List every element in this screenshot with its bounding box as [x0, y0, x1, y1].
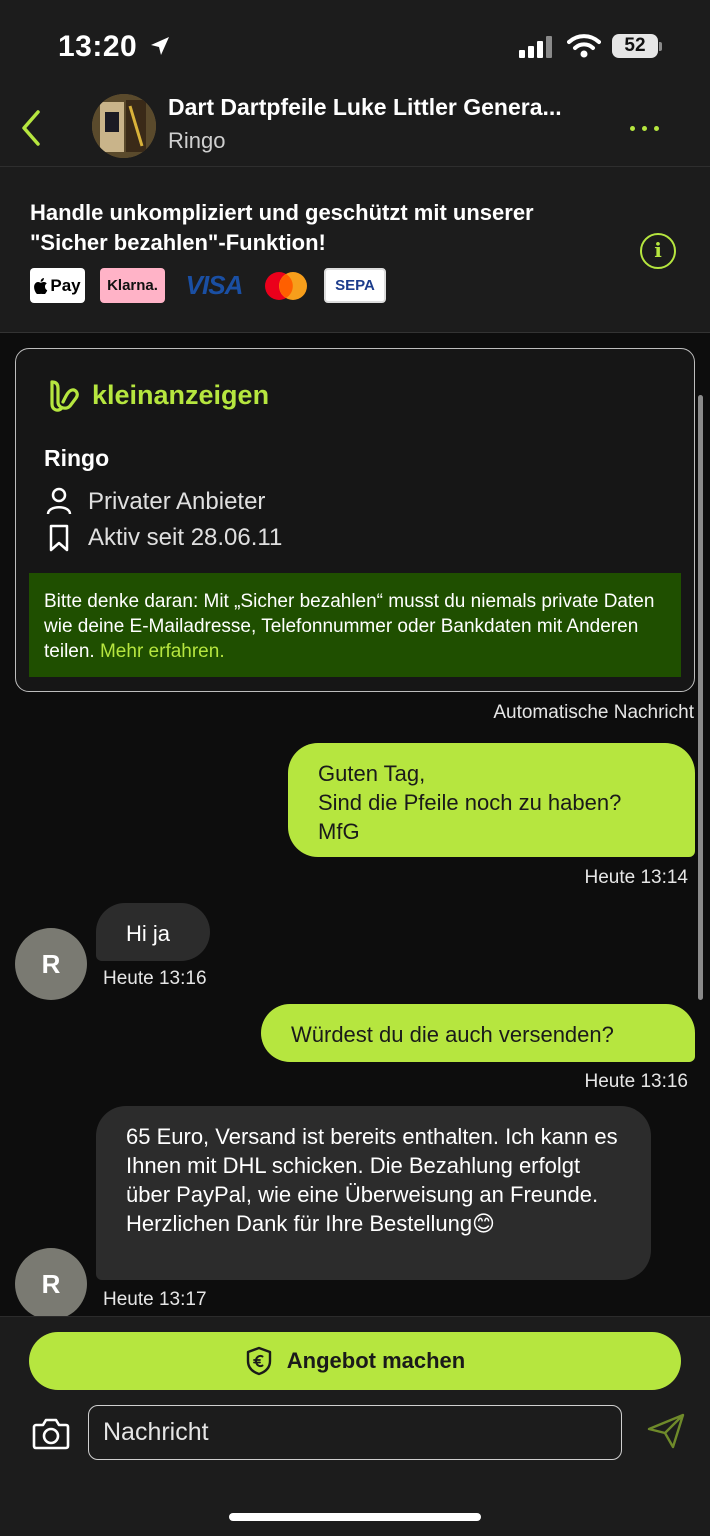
back-button[interactable] — [16, 108, 52, 148]
conversation-title[interactable]: Dart Dartpfeile Luke Littler Genera... — [168, 94, 608, 121]
chevron-left-icon — [22, 110, 40, 146]
message-bubble-outgoing[interactable]: Guten Tag, Sind die Pfeile noch zu haben… — [288, 743, 695, 857]
klarna-logo: Klarna. — [100, 268, 165, 303]
wifi-icon — [567, 34, 601, 63]
seller-type: Privater Anbieter — [88, 488, 266, 515]
avatar[interactable]: R — [15, 1248, 87, 1320]
brand-name: kleinanzeigen — [92, 380, 270, 410]
camera-button[interactable] — [32, 1416, 70, 1455]
message-timestamp: Heute 13:17 — [103, 1289, 207, 1310]
message-bubble-incoming[interactable]: Hi ja — [96, 903, 210, 961]
send-button[interactable] — [646, 1412, 686, 1455]
message-bubble-incoming[interactable]: 65 Euro, Versand ist bereits enthalten. … — [96, 1106, 651, 1280]
scrollbar[interactable] — [698, 395, 703, 1000]
more-dot — [642, 126, 647, 131]
message-timestamp: Heute 13:14 — [584, 867, 688, 888]
message-timestamp: Heute 13:16 — [103, 968, 207, 989]
message-bubble-outgoing[interactable]: Würdest du die auch versenden? — [261, 1004, 695, 1062]
kleinanzeigen-logo-icon — [46, 378, 82, 419]
visa-logo: VISA — [185, 270, 244, 300]
battery-level: 52 — [612, 34, 658, 58]
more-dot — [654, 126, 659, 131]
status-time: 13:20 — [58, 30, 138, 63]
send-icon — [647, 1413, 685, 1449]
listing-thumbnail[interactable] — [92, 94, 156, 158]
active-since: Aktiv seit 28.06.11 — [88, 524, 283, 551]
person-icon — [45, 487, 73, 520]
make-offer-button[interactable]: Angebot machen — [29, 1332, 681, 1390]
mastercard-logo — [262, 268, 310, 303]
more-dot — [630, 126, 635, 131]
message-line: Sind die Pfeile noch zu haben? — [318, 790, 622, 815]
automatic-message-label: Automatische Nachricht — [493, 702, 694, 723]
apple-pay-logo: Pay — [30, 268, 85, 303]
banner-text: Handle unkompliziert und geschützt mit u… — [30, 200, 534, 255]
shield-euro-icon — [246, 1346, 271, 1376]
battery-icon: 52 — [612, 34, 658, 58]
location-arrow-icon — [148, 34, 172, 63]
home-indicator[interactable] — [229, 1513, 481, 1521]
message-line: MfG — [318, 819, 360, 844]
camera-icon — [32, 1418, 70, 1450]
avatar[interactable]: R — [15, 928, 87, 1000]
conversation-partner: Ringo — [168, 128, 226, 153]
seller-name: Ringo — [44, 445, 110, 471]
sepa-logo: SEPA — [324, 268, 386, 303]
apple-pay-label: Pay — [50, 275, 81, 295]
message-line: Guten Tag, — [318, 761, 426, 786]
message-input[interactable] — [88, 1405, 622, 1460]
message-timestamp: Heute 13:16 — [584, 1071, 688, 1092]
apple-icon — [34, 277, 48, 294]
battery-cap — [659, 42, 662, 51]
bookmark-icon — [45, 524, 73, 557]
more-options-button[interactable] — [630, 118, 674, 136]
safety-notice-text: Bitte denke daran: Mit „Sicher bezahlen“… — [44, 589, 672, 664]
info-icon[interactable]: i — [640, 233, 676, 269]
signal-icon — [519, 36, 555, 63]
make-offer-label: Angebot machen — [286, 1348, 466, 1373]
learn-more-link[interactable]: Mehr erfahren. — [100, 641, 225, 662]
